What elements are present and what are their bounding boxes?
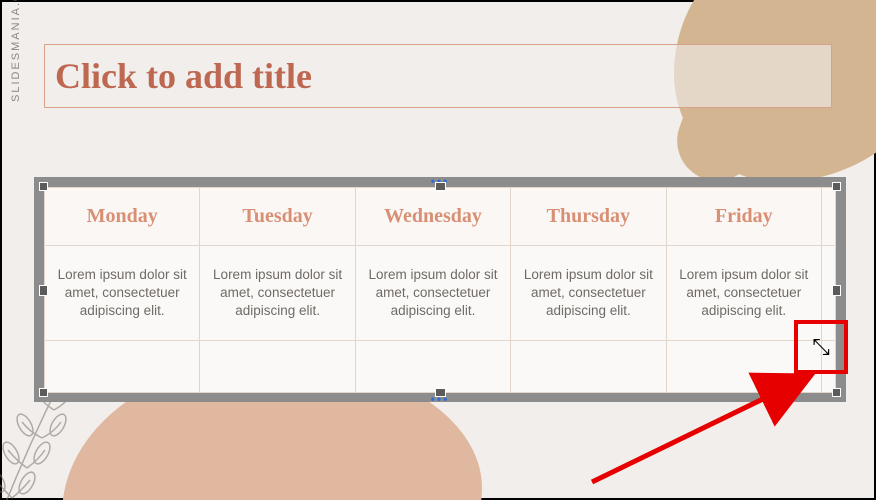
resize-handle-mid-right[interactable]	[832, 285, 841, 296]
resize-handle-mid-left[interactable]	[39, 285, 48, 296]
table-header-row: Monday Tuesday Wednesday Thursday Friday	[45, 188, 836, 246]
resize-handle-top-right[interactable]	[832, 182, 841, 191]
header-monday[interactable]: Monday	[45, 188, 200, 246]
resize-handle-top-mid[interactable]	[435, 182, 446, 191]
cell-friday[interactable]: Lorem ipsum dolor sit amet, consectetuer…	[666, 246, 821, 341]
resize-handle-bottom-right[interactable]	[832, 388, 841, 397]
title-placeholder-text: Click to add title	[55, 55, 312, 97]
resize-handle-bottom-mid[interactable]	[435, 388, 446, 397]
weekly-table[interactable]: Monday Tuesday Wednesday Thursday Friday…	[44, 187, 836, 393]
header-wednesday[interactable]: Wednesday	[355, 188, 510, 246]
header-friday[interactable]: Friday	[666, 188, 821, 246]
table-empty-row	[45, 341, 836, 393]
watermark-text: SLIDESMANIA.COM	[10, 0, 22, 102]
weekly-table-selection[interactable]: ••• ••• Monday Tuesday Wednesday Thursda…	[34, 177, 846, 402]
cell-wednesday[interactable]: Lorem ipsum dolor sit amet, consectetuer…	[355, 246, 510, 341]
cell-empty-2[interactable]	[200, 341, 355, 393]
cell-empty-3[interactable]	[355, 341, 510, 393]
cell-empty-1[interactable]	[45, 341, 200, 393]
cell-tuesday[interactable]: Lorem ipsum dolor sit amet, consectetuer…	[200, 246, 355, 341]
cell-monday[interactable]: Lorem ipsum dolor sit amet, consectetuer…	[45, 246, 200, 341]
title-placeholder-box[interactable]: Click to add title	[44, 44, 832, 108]
header-extra[interactable]	[822, 188, 836, 246]
table-body-row: Lorem ipsum dolor sit amet, consectetuer…	[45, 246, 836, 341]
resize-handle-bottom-left[interactable]	[39, 388, 48, 397]
cell-thursday[interactable]: Lorem ipsum dolor sit amet, consectetuer…	[511, 246, 666, 341]
header-thursday[interactable]: Thursday	[511, 188, 666, 246]
header-tuesday[interactable]: Tuesday	[200, 188, 355, 246]
resize-handle-top-left[interactable]	[39, 182, 48, 191]
cell-empty-4[interactable]	[511, 341, 666, 393]
cell-empty-5[interactable]	[666, 341, 821, 393]
cell-empty-6[interactable]	[822, 341, 836, 393]
